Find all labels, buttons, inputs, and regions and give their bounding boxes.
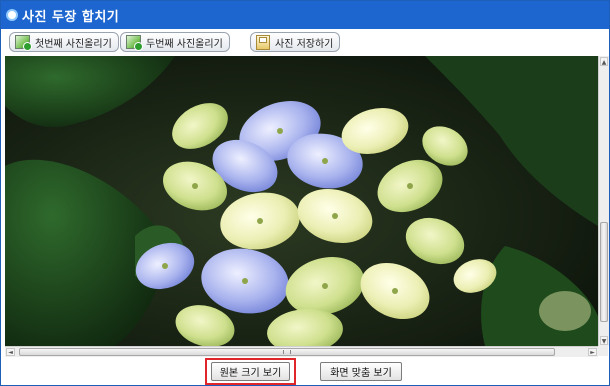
scroll-right-icon[interactable]: ► [588,348,597,356]
upload-first-photo-label: 첫번째 사진올리기 [35,38,112,50]
image-upload-icon [15,35,32,51]
horizontal-scroll-thumb[interactable] [19,348,555,356]
image-upload-icon [126,35,143,51]
save-photo-button[interactable]: 사진 저장하기 [250,32,341,52]
horizontal-scrollbar[interactable]: ◄ ► [5,346,598,357]
vertical-scroll-thumb[interactable] [600,222,608,322]
toolbar: 첫번째 사진올리기 두번째 사진올리기 사진 저장하기 [1,29,609,55]
upload-first-photo-button[interactable]: 첫번째 사진올리기 [9,32,119,52]
scroll-left-icon[interactable]: ◄ [6,348,15,356]
app-window: 사진 두장 합치기 첫번째 사진올리기 두번째 사진올리기 사진 저장하기 ▲ … [0,0,610,386]
scroll-down-icon[interactable]: ▼ [600,336,608,345]
save-icon [256,34,270,50]
original-size-button[interactable]: 원본 크기 보기 [211,362,290,381]
photo-viewer[interactable] [5,56,598,346]
scrollbar-corner [598,346,608,356]
hydrangea-photo [5,56,598,346]
save-photo-label: 사진 저장하기 [275,38,334,50]
upload-second-photo-label: 두번째 사진올리기 [146,38,223,50]
circle-bullet-icon [6,9,18,21]
scroll-up-icon[interactable]: ▲ [600,57,608,66]
fit-screen-button[interactable]: 화면 맞춤 보기 [320,362,402,381]
grip-icon [283,350,291,354]
vertical-scrollbar[interactable]: ▲ ▼ [598,56,609,346]
window-title: 사진 두장 합치기 [22,10,120,25]
title-bar: 사진 두장 합치기 [1,1,609,29]
upload-second-photo-button[interactable]: 두번째 사진올리기 [120,32,230,52]
